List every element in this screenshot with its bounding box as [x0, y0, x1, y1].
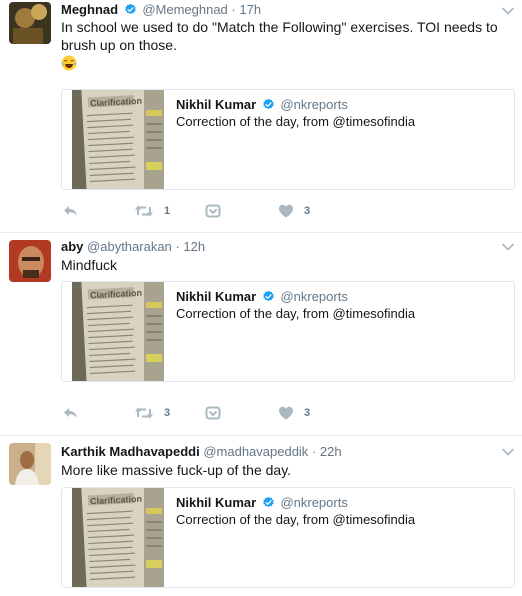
avatar[interactable]: [9, 240, 51, 282]
quoted-user-handle: @nkreports: [280, 495, 348, 510]
tweet: aby @abytharakan · 12h Mindfuck Nikhil K…: [0, 232, 522, 436]
tweet-header: aby @abytharakan · 12h: [61, 239, 205, 255]
direct-message-icon: [205, 405, 221, 421]
heart-icon: [278, 203, 294, 219]
retweet-button[interactable]: 3: [134, 405, 170, 421]
face-with-tears-of-joy-icon: [61, 55, 77, 71]
avatar[interactable]: [9, 443, 51, 485]
like-count: 3: [304, 407, 311, 419]
retweet-icon: [134, 405, 154, 421]
quoted-tweet[interactable]: Nikhil Kumar @nkreports Correction of th…: [61, 487, 515, 588]
tweet-text: More like massive fuck-up of the day.: [61, 462, 292, 478]
user-handle[interactable]: @abytharakan: [87, 239, 172, 254]
direct-message-button[interactable]: [205, 203, 221, 219]
direct-message-button[interactable]: [205, 405, 221, 421]
tweet-actions: 3 3: [61, 405, 361, 421]
tweet: Karthik Madhavapeddi @madhavapeddik · 22…: [0, 435, 522, 596]
quoted-tweet-thumbnail: [72, 488, 164, 588]
timestamp[interactable]: 22h: [320, 444, 342, 459]
tweet-header: Meghnad @Memeghnad · 17h: [61, 2, 261, 18]
reply-icon: [63, 405, 79, 421]
chevron-down-icon[interactable]: [502, 448, 514, 456]
display-name[interactable]: Karthik Madhavapeddi: [61, 444, 200, 459]
quoted-tweet-header: Nikhil Kumar @nkreports: [176, 289, 348, 305]
reply-icon: [63, 203, 79, 219]
timestamp[interactable]: 17h: [239, 2, 261, 17]
retweet-count: 3: [164, 407, 171, 419]
quoted-tweet-thumbnail: [72, 282, 164, 382]
separator-dot: ·: [311, 444, 317, 459]
verified-badge-icon: [124, 3, 137, 16]
verified-badge-icon: [262, 496, 275, 509]
user-handle[interactable]: @madhavapeddik: [203, 444, 308, 459]
quoted-tweet-header: Nikhil Kumar @nkreports: [176, 495, 348, 511]
quoted-user-handle: @nkreports: [280, 289, 348, 304]
tweet: Meghnad @Memeghnad · 17h In school we us…: [0, 0, 522, 233]
avatar[interactable]: [9, 2, 51, 44]
display-name[interactable]: aby: [61, 239, 83, 254]
like-button[interactable]: 3: [278, 203, 310, 219]
retweet-button[interactable]: 1: [134, 203, 170, 219]
quoted-tweet[interactable]: Nikhil Kumar @nkreports Correction of th…: [61, 281, 515, 382]
like-count: 3: [304, 205, 311, 217]
chevron-down-icon[interactable]: [502, 7, 514, 15]
retweet-count: 1: [164, 205, 171, 217]
chevron-down-icon[interactable]: [502, 243, 514, 251]
retweet-icon: [134, 203, 154, 219]
separator-dot: ·: [231, 2, 236, 17]
quoted-tweet-thumbnail: [72, 90, 164, 190]
tweet-header: Karthik Madhavapeddi @madhavapeddik · 22…: [61, 444, 342, 460]
verified-badge-icon: [262, 290, 275, 303]
reply-button[interactable]: [63, 203, 79, 219]
timestamp[interactable]: 12h: [183, 239, 205, 254]
quoted-display-name: Nikhil Kumar: [176, 289, 257, 304]
tweet-text: Mindfuck: [61, 257, 118, 273]
direct-message-icon: [205, 203, 221, 219]
reply-button[interactable]: [63, 405, 79, 421]
heart-icon: [278, 405, 294, 421]
quoted-tweet-text: Correction of the day, from @timesofindi…: [176, 306, 416, 321]
display-name[interactable]: Meghnad: [61, 2, 118, 17]
quoted-tweet-header: Nikhil Kumar @nkreports: [176, 97, 348, 113]
quoted-display-name: Nikhil Kumar: [176, 97, 257, 112]
quoted-tweet-text: Correction of the day, from @timesofindi…: [176, 512, 416, 527]
tweet-actions: 1 3: [61, 203, 361, 219]
user-handle[interactable]: @Memeghnad: [142, 2, 227, 17]
tweet-text: In school we used to do "Match the Follo…: [61, 18, 517, 72]
quoted-display-name: Nikhil Kumar: [176, 495, 257, 510]
quoted-tweet[interactable]: Nikhil Kumar @nkreports Correction of th…: [61, 89, 515, 190]
quoted-tweet-text: Correction of the day, from @timesofindi…: [176, 114, 416, 129]
quoted-user-handle: @nkreports: [280, 97, 348, 112]
separator-dot: ·: [175, 239, 180, 254]
verified-badge-icon: [262, 98, 275, 111]
tweet-text-body: In school we used to do "Match the Follo…: [61, 19, 498, 53]
like-button[interactable]: 3: [278, 405, 310, 421]
